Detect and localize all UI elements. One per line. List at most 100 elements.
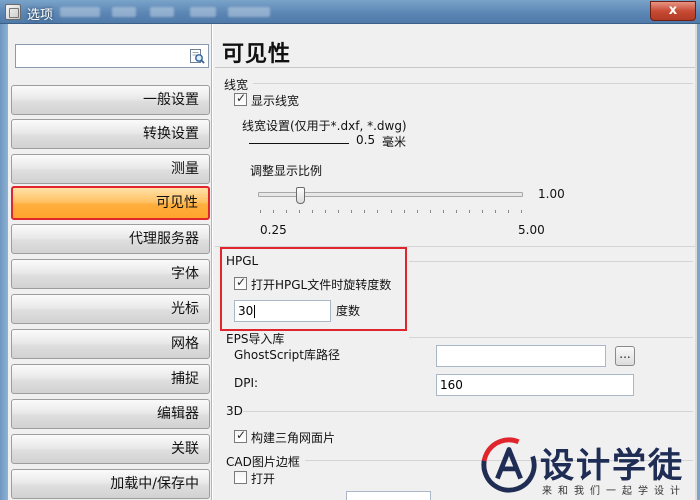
dpi-value: 160	[440, 378, 463, 392]
slider-tick	[481, 210, 483, 213]
show-linewidth-checkbox[interactable]	[234, 91, 247, 106]
blurred-title-segment	[190, 7, 216, 17]
sidebar-item-label: 捕捉	[171, 371, 199, 387]
page-title: 可见性	[222, 42, 292, 67]
watermark-subtitle: 来和我们一起学设计	[542, 486, 686, 497]
sidebar-item-label: 测量	[171, 161, 199, 177]
hpgl-rotate-checkbox[interactable]	[234, 275, 247, 290]
close-icon: x	[668, 3, 678, 18]
sidebar-item-conversion[interactable]: 转换设置	[11, 119, 210, 149]
slider-tick	[390, 210, 392, 213]
title-divider	[215, 67, 695, 68]
slider-tick	[338, 210, 340, 213]
sidebar-item-label: 关联	[171, 441, 199, 457]
browse-button[interactable]: ...	[615, 346, 635, 366]
search-input[interactable]	[15, 44, 209, 68]
sidebar-item-font[interactable]: 字体	[11, 259, 210, 289]
linewidth-unit: 毫米	[382, 135, 407, 149]
sidebar-item-snap[interactable]: 捕捉	[11, 364, 210, 394]
window-frame-left	[0, 24, 8, 500]
slider-tick	[442, 210, 444, 213]
cad-frame-open-label[interactable]: 打开	[251, 470, 275, 487]
sidebar-item-label: 光标	[171, 301, 199, 317]
section-divider	[243, 411, 693, 412]
search-icon[interactable]	[189, 48, 205, 64]
watermark-title: 设计学徒	[540, 438, 684, 487]
sidebar-item-associations[interactable]: 关联	[11, 434, 210, 464]
sidebar-item-label: 可见性	[156, 195, 198, 211]
display-scale-label: 调整显示比例	[250, 164, 323, 178]
sidebar-item-label: 加载中/保存中	[110, 476, 199, 492]
slider-tick	[325, 210, 327, 213]
window-title: 选项	[27, 8, 54, 23]
sidebar-item-loading-saving[interactable]: 加载中/保存中	[11, 469, 210, 499]
sidebar-item-grid[interactable]: 网格	[11, 329, 210, 359]
app-icon	[5, 4, 21, 20]
ellipsis-icon: ...	[619, 347, 631, 361]
slider-tick	[521, 210, 522, 213]
show-linewidth-label[interactable]: 显示线宽	[251, 92, 299, 109]
slider-max-label: 5.00	[518, 223, 545, 237]
dpi-label: DPI:	[234, 376, 259, 390]
section-divider	[409, 337, 693, 338]
dpi-input[interactable]: 160	[436, 374, 634, 396]
slider-tick	[416, 210, 418, 213]
slider-tick	[299, 210, 301, 213]
cad-frame-width-input[interactable]	[346, 491, 431, 500]
sidebar-item-proxy-server[interactable]: 代理服务器	[11, 224, 210, 254]
linewidth-preview-line	[249, 143, 349, 144]
section-divider	[409, 261, 693, 262]
hpgl-degrees-value: 30	[238, 304, 254, 318]
display-scale-value: 1.00	[538, 187, 565, 201]
sidebar-item-label: 转换设置	[143, 126, 199, 142]
slider-min-label: 0.25	[260, 223, 287, 237]
slider-tick	[455, 210, 457, 213]
slider-tick	[403, 210, 405, 213]
sidebar-item-measure[interactable]: 测量	[11, 154, 210, 184]
sidebar-item-general[interactable]: 一般设置	[11, 85, 210, 115]
sidebar-item-label: 字体	[171, 266, 199, 282]
build-mesh-label[interactable]: 构建三角网面片	[251, 429, 335, 446]
blurred-title-segment	[228, 7, 270, 17]
sidebar-item-label: 网格	[171, 336, 199, 352]
section-title-cad-frame: CAD图片边框	[226, 455, 300, 469]
slider-tick	[364, 210, 366, 213]
close-button[interactable]: x	[650, 1, 696, 21]
scrollbar[interactable]	[695, 24, 697, 500]
watermark: 设计学徒 来和我们一起学设计	[476, 434, 700, 500]
watermark-logo	[481, 437, 537, 493]
cad-frame-open-checkbox[interactable]	[234, 471, 247, 484]
hpgl-rotate-label[interactable]: 打开HPGL文件时旋转度数	[251, 276, 391, 293]
blurred-title-segment	[112, 7, 136, 17]
sidebar-item-label: 代理服务器	[129, 231, 199, 247]
blurred-title-segment	[150, 7, 174, 17]
build-mesh-checkbox[interactable]	[234, 428, 247, 443]
slider-tick	[507, 210, 509, 213]
sidebar-item-label: 编辑器	[157, 406, 199, 422]
slider-tick	[273, 210, 275, 213]
sidebar-item-cursor[interactable]: 光标	[11, 294, 210, 324]
display-scale-slider-handle[interactable]	[295, 187, 305, 204]
slider-tick	[260, 210, 261, 213]
navigation-panel: 一般设置 转换设置 测量 可见性 代理服务器 字体 光标 网格 捕捉 编辑器 关…	[8, 24, 212, 500]
settings-panel: 可见性 线宽 显示线宽 线宽设置(仅用于*.dxf, *.dwg) 0.5 毫米…	[213, 24, 697, 500]
ghostscript-path-label: GhostScript库路径	[234, 348, 341, 362]
hpgl-degrees-unit: 度数	[336, 304, 361, 318]
hpgl-degrees-input[interactable]: 30	[234, 300, 331, 322]
slider-tick	[377, 210, 379, 213]
section-divider	[253, 83, 693, 84]
section-title-3d: 3D	[226, 404, 243, 418]
slider-tick	[312, 210, 314, 213]
title-bar: 选项 x	[0, 0, 700, 24]
linewidth-settings-label: 线宽设置(仅用于*.dxf, *.dwg)	[242, 119, 407, 133]
section-title-eps: EPS导入库	[226, 332, 285, 346]
slider-tick	[429, 210, 431, 213]
slider-tick	[468, 210, 470, 213]
ghostscript-path-input[interactable]	[436, 345, 606, 367]
linewidth-value: 0.5	[356, 133, 376, 147]
blurred-title-segment	[60, 7, 100, 17]
slider-tick	[351, 210, 353, 213]
sidebar-item-editor[interactable]: 编辑器	[11, 399, 210, 429]
section-title-hpgl: HPGL	[226, 254, 259, 268]
sidebar-item-visibility[interactable]: 可见性	[11, 186, 210, 220]
